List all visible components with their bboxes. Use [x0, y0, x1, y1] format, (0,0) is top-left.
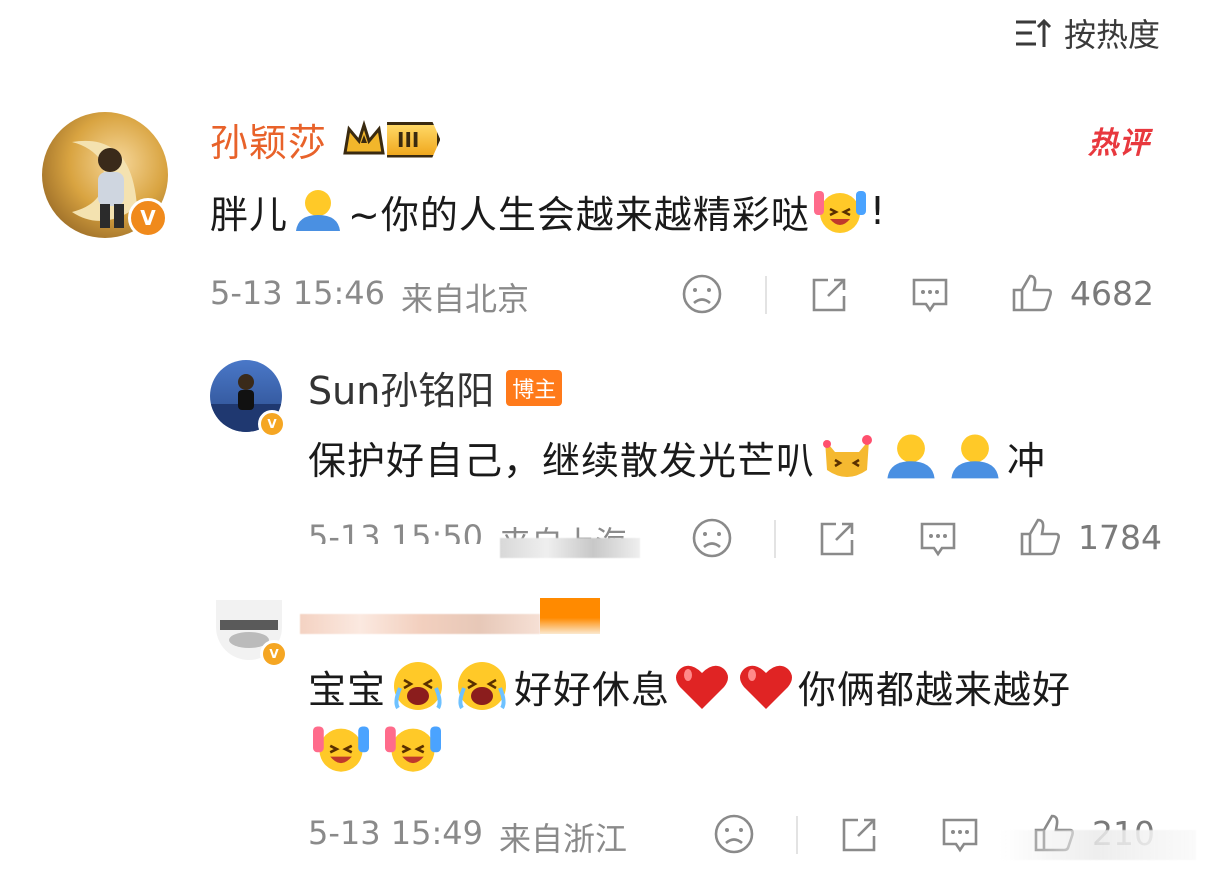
text-segment: 冲	[1007, 438, 1047, 483]
blogger-badge: 博主	[506, 369, 563, 406]
obscured-badge	[540, 598, 600, 634]
text-segment: 宝宝	[308, 667, 387, 712]
divider	[774, 520, 776, 558]
happy-dog-emoji-icon	[823, 435, 873, 477]
cheer-emoji-icon	[385, 726, 441, 772]
text-segment: 保护好自己，继续散发光芒叭	[308, 438, 816, 483]
dislike-icon[interactable]	[690, 516, 734, 560]
share-icon[interactable]	[816, 518, 858, 560]
cheer-emoji-icon	[813, 191, 866, 233]
comment-text: 胖儿 ~你的人生会越来越精彩哒 !	[210, 186, 887, 237]
username[interactable]: Sun孙铭阳	[308, 360, 494, 415]
cheer-emoji-icon	[313, 726, 369, 772]
text-segment: ~你的人生会越来越精彩哒	[348, 192, 810, 237]
timestamp: 5-13 15:49	[308, 814, 484, 852]
comment-text: 宝宝 好好休息 你俩都越来越好	[308, 658, 1071, 714]
obscured-username[interactable]	[300, 614, 540, 634]
heart-icon	[740, 665, 793, 709]
divider	[796, 816, 798, 854]
heart-icon	[676, 665, 729, 709]
text-segment: 你俩都越来越好	[798, 667, 1072, 712]
chubby-person-emoji-icon	[887, 434, 935, 479]
comment-text-emoji-line	[308, 720, 446, 776]
comment-text: 保护好自己，继续散发光芒叭 冲	[308, 430, 1046, 484]
text-segment: !	[869, 189, 887, 233]
verified-badge-icon: V	[128, 198, 168, 238]
crown-icon	[343, 119, 385, 154]
text-segment: 好好休息	[514, 667, 671, 712]
comment-actions: 1784	[690, 516, 1164, 560]
obscured-area	[500, 538, 640, 558]
comment-actions: 4682	[680, 272, 1164, 316]
comment-meta: 5-13 15:49 来自浙江	[308, 814, 627, 860]
dislike-icon[interactable]	[712, 812, 756, 856]
divider	[765, 276, 767, 314]
verified-badge-icon: V	[258, 410, 286, 438]
crying-emoji-icon	[394, 662, 443, 710]
like-count: 4682	[1070, 273, 1154, 313]
hot-comment-label: 热评	[1088, 126, 1150, 161]
like-button[interactable]: 1784	[1018, 516, 1162, 558]
verified-badge-icon: V	[260, 640, 288, 668]
sort-by-heat-button[interactable]: 按热度	[1014, 10, 1160, 56]
timestamp: 5-13 15:46	[210, 274, 386, 312]
username[interactable]: 孙颖莎	[210, 112, 327, 167]
timestamp: 5-13 15:50	[308, 518, 484, 544]
location: 来自浙江	[499, 820, 628, 858]
level-badge: III	[387, 121, 441, 158]
comment-meta: 5-13 15:46 来自北京	[210, 274, 529, 320]
reply-icon[interactable]	[908, 274, 952, 316]
share-icon[interactable]	[808, 274, 850, 316]
location: 来自北京	[401, 280, 530, 318]
level-crown-badge: III	[341, 119, 441, 161]
crying-emoji-icon	[458, 662, 507, 710]
chubby-person-emoji-icon	[296, 190, 341, 231]
thumbs-up-icon	[1020, 518, 1060, 556]
text-segment: 胖儿	[210, 192, 289, 237]
reply-icon[interactable]	[916, 518, 960, 560]
dislike-icon[interactable]	[680, 272, 724, 316]
thumbs-up-icon	[1012, 274, 1052, 312]
reply-icon[interactable]	[938, 814, 982, 856]
share-icon[interactable]	[838, 814, 880, 856]
sort-label: 按热度	[1063, 16, 1160, 54]
like-button[interactable]: 4682	[1010, 272, 1154, 314]
watermark-overlay	[1000, 830, 1196, 860]
chubby-person-emoji-icon	[951, 434, 999, 479]
like-count: 1784	[1078, 517, 1162, 557]
sort-icon	[1015, 18, 1052, 47]
